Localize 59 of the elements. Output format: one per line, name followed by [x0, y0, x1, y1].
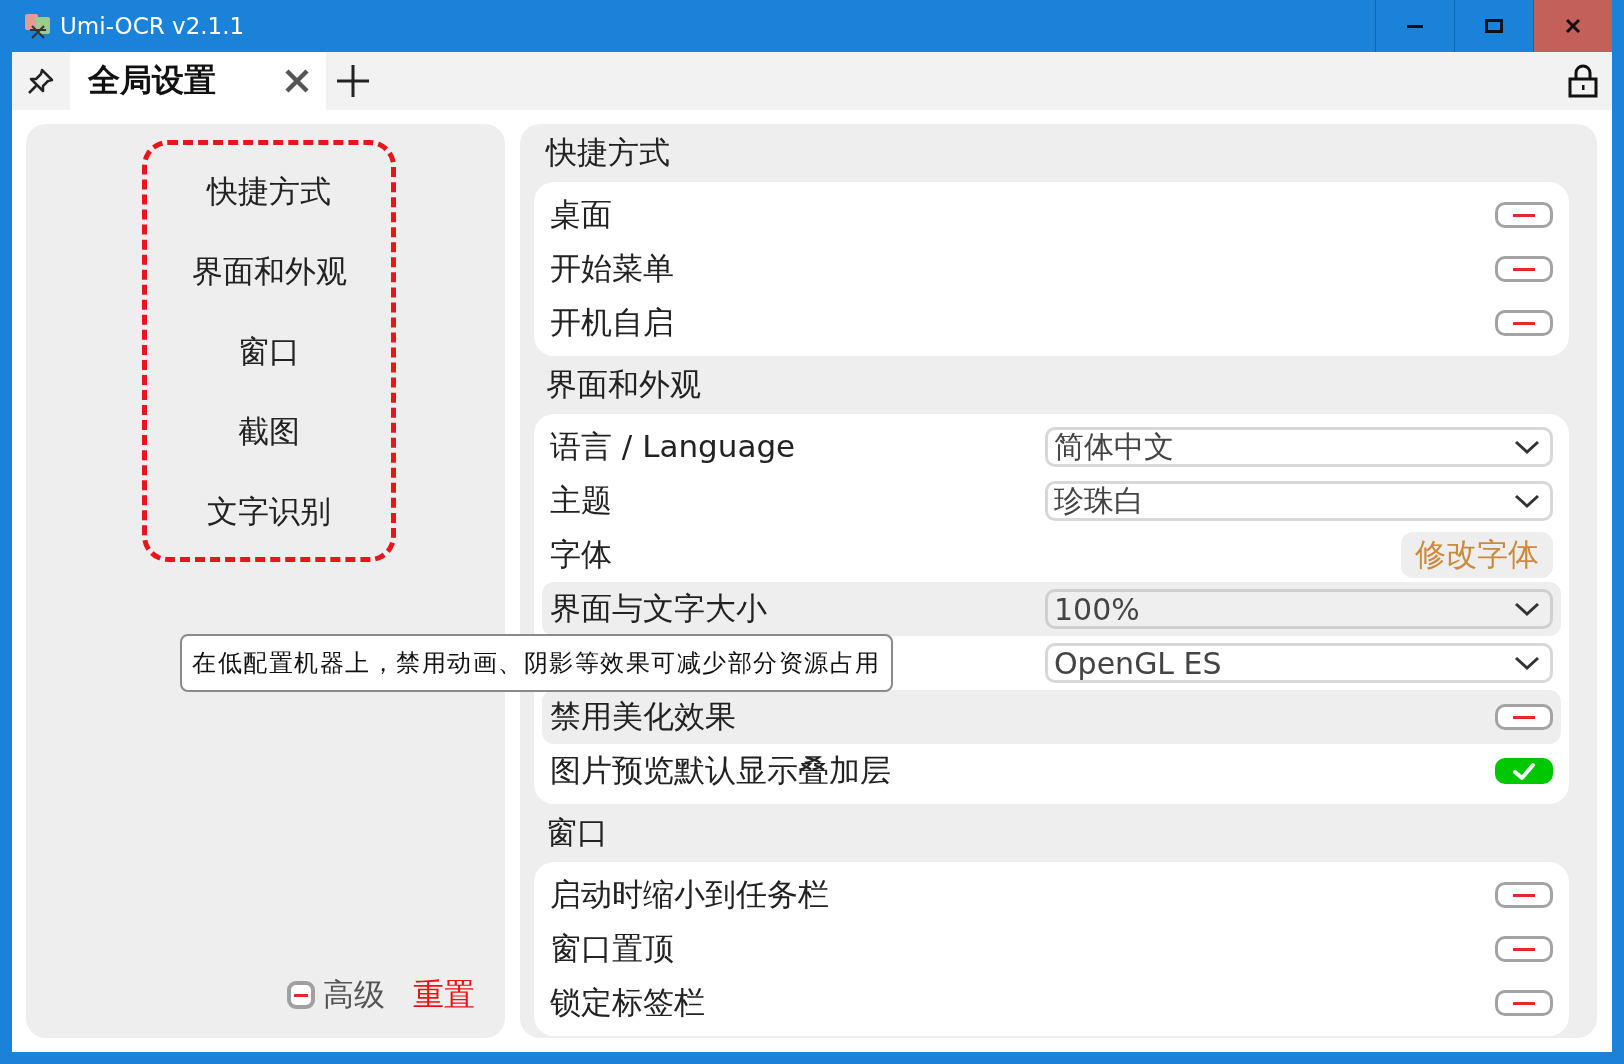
close-icon	[1565, 18, 1581, 34]
minus-icon	[1513, 213, 1535, 217]
dropdown[interactable]: 100%	[1045, 589, 1553, 629]
setting-label: 启动时缩小到任务栏	[550, 875, 829, 914]
chevron-down-icon	[1514, 655, 1540, 671]
minus-icon	[1513, 893, 1535, 897]
setting-label: 开始菜单	[550, 249, 674, 288]
toggle-switch[interactable]	[1495, 310, 1553, 336]
setting-label: 窗口置顶	[550, 929, 674, 968]
lock-icon[interactable]	[1568, 64, 1598, 98]
setting-label: 桌面	[550, 195, 612, 234]
app-logo-icon	[24, 12, 52, 40]
minus-icon	[1513, 715, 1535, 719]
checkbox-icon	[287, 981, 315, 1009]
setting-label: 界面与文字大小	[550, 589, 767, 628]
toggle-switch[interactable]	[1495, 256, 1553, 282]
tab[interactable]: 全局设置	[70, 52, 326, 110]
sidebar-item[interactable]: 快捷方式	[207, 172, 331, 210]
chevron-down-icon	[1514, 493, 1540, 509]
minimize-icon	[1407, 24, 1423, 28]
chevron-down-icon	[1514, 439, 1540, 455]
dropdown[interactable]: OpenGL ES	[1045, 643, 1553, 683]
minus-icon	[1513, 1001, 1535, 1005]
sidebar-item[interactable]: 文字识别	[207, 492, 331, 530]
setting-label: 禁用美化效果	[550, 697, 736, 736]
setting-label: 语言 / Language	[550, 427, 796, 466]
toggle-switch[interactable]	[1495, 936, 1553, 962]
section-title: 窗口	[545, 813, 609, 852]
chevron-down-icon	[1514, 601, 1540, 617]
maximize-icon	[1485, 19, 1503, 33]
plus-icon[interactable]	[337, 65, 369, 97]
close-icon[interactable]	[284, 68, 310, 94]
section-title: 快捷方式	[544, 133, 671, 172]
setting-label: 锁定标签栏	[550, 983, 705, 1022]
setting-label: 图片预览默认显示叠加层	[550, 751, 891, 790]
sidebar-item[interactable]: 界面和外观	[191, 252, 347, 290]
check-icon	[1512, 760, 1536, 782]
toggle-switch[interactable]	[1495, 990, 1553, 1016]
setting-label: 字体	[550, 535, 612, 574]
dropdown[interactable]: 珍珠白	[1045, 481, 1553, 521]
toggle-switch[interactable]	[1495, 202, 1553, 228]
pin-icon[interactable]	[28, 68, 54, 94]
sidebar-item[interactable]: 截图	[238, 412, 300, 450]
minus-icon	[1513, 267, 1535, 271]
close-button[interactable]	[1533, 0, 1612, 52]
dropdown[interactable]: 简体中文	[1045, 427, 1553, 467]
window-title: Umi-OCR v2.1.1	[60, 13, 245, 39]
toggle-switch[interactable]	[1495, 882, 1553, 908]
reset-button[interactable]: 重置	[413, 974, 475, 1016]
minus-icon	[1513, 321, 1535, 325]
tooltip: 在低配置机器上，禁用动画、阴影等效果可减少部分资源占用	[180, 634, 893, 692]
minus-icon	[1513, 947, 1535, 951]
sidebar-item[interactable]: 窗口	[238, 332, 300, 370]
advanced-checkbox[interactable]: 高级	[287, 974, 385, 1016]
toggle-switch[interactable]	[1495, 758, 1553, 784]
section-title: 界面和外观	[545, 365, 702, 404]
toggle-switch[interactable]	[1495, 704, 1553, 730]
setting-label: 开机自启	[550, 303, 674, 342]
setting-label: 主题	[550, 481, 612, 520]
